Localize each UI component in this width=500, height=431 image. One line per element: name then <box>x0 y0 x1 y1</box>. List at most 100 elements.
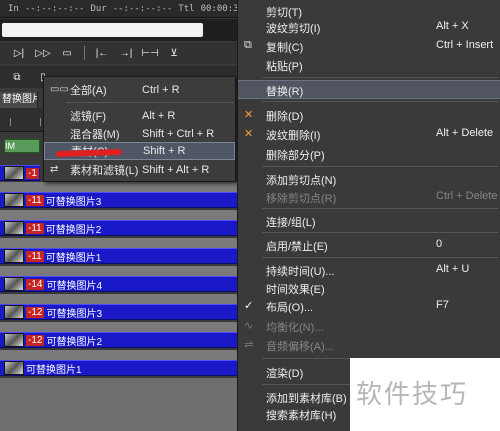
clip-name: 可替换图片3 <box>45 196 102 208</box>
menu-item-normalize[interactable]: ∿ 均衡化(N)... <box>238 317 500 336</box>
clip-name: 可替换图片1 <box>26 364 82 376</box>
clip-name: 可替换图片3 <box>46 308 103 320</box>
track-clip-2[interactable]: -11 可替换图片2 <box>0 220 240 236</box>
transport-controls: ▷| ▷▷ ▭ |← →| ⊢⊣ ⊻ <box>0 42 240 64</box>
menu-item-ripple-delete[interactable]: ✕ 波纹删除(I) Alt + Delete <box>238 125 500 144</box>
track-clip-1[interactable]: -11 可替换图片3 <box>0 192 240 208</box>
track-clip-6[interactable]: -12 可替换图片2 <box>0 332 240 348</box>
submenu-item-label: 滤镜(F) <box>70 111 107 123</box>
track-separator <box>0 266 240 276</box>
set-in-icon[interactable]: |← <box>93 45 111 61</box>
menu-item-label: 添加剪切点(N) <box>266 175 337 187</box>
menu-item-copy[interactable]: ⧉ 复制(C) Ctrl + Insert <box>238 37 500 56</box>
track-separator <box>0 350 240 360</box>
clip-name: 可替换图片2 <box>45 224 102 236</box>
menu-item-delete-part[interactable]: 删除部分(P) <box>238 145 500 164</box>
menu-item-label: 复制(C) <box>266 42 304 54</box>
track-clip-4[interactable]: -14 可替换图片4 <box>0 276 240 292</box>
menu-item-shortcut: F7 <box>436 299 449 311</box>
monitor-icon[interactable]: ▭ <box>58 45 76 61</box>
submenu-item-mixer[interactable]: 混合器(M) Shift + Ctrl + R <box>44 125 235 143</box>
submenu-item-shortcut: Alt + R <box>142 110 176 122</box>
clip-number: -11 <box>26 250 44 262</box>
set-out-icon[interactable]: →| <box>117 45 135 61</box>
clip-thumbnail <box>4 193 24 207</box>
track-separator <box>0 322 240 332</box>
clip-thumbnail <box>4 277 24 291</box>
menu-item-add-cut-point[interactable]: 添加剪切点(N) <box>238 170 500 189</box>
clip-number: -11 <box>26 194 44 206</box>
dur-label: Dur <box>90 3 107 14</box>
submenu-item-label: 素材和滤镜(L) <box>70 165 139 177</box>
submenu-item-filter[interactable]: 滤镜(F) Alt + R <box>44 107 235 125</box>
partial-clip-im[interactable]: IM <box>4 139 40 153</box>
menu-item-layout[interactable]: ✓ 布局(O)... F7 <box>238 297 500 316</box>
track-clip-3[interactable]: -11 可替换图片1 <box>0 248 240 264</box>
submenu-item-shortcut: Shift + R <box>143 145 186 157</box>
menu-divider <box>262 77 498 78</box>
track-clip-5[interactable]: -12 可替换图片3 <box>0 304 240 320</box>
menu-divider <box>262 257 498 258</box>
menu-item-remove-cut-point[interactable]: 移除剪切点(R) Ctrl + Delete <box>238 188 500 207</box>
play-in-out-icon[interactable]: ▷| <box>10 45 28 61</box>
menu-item-label: 移除剪切点(R) <box>266 193 337 205</box>
menu-item-label: 均衡化(N)... <box>266 322 324 334</box>
menu-item-delete[interactable]: ✕ 删除(D) <box>238 106 500 125</box>
ttl-value: 00:00:31:00 <box>200 3 240 14</box>
track-clip-partial[interactable]: -1 <box>0 165 40 181</box>
menu-item-label: 启用/禁止(E) <box>266 241 328 253</box>
menu-item-time-effect[interactable]: 时间效果(E) <box>238 279 500 298</box>
playback-progress[interactable] <box>0 19 240 41</box>
submenu-item-clip-and-filter[interactable]: ⇄ 素材和滤镜(L) Shift + Alt + R <box>44 161 235 179</box>
fast-forward-icon[interactable]: ▷▷ <box>34 45 52 61</box>
menu-item-enable-disable[interactable]: 启用/禁止(E) 0 <box>238 236 500 255</box>
audio-offset-icon: ⇌ <box>244 339 254 351</box>
clip-thumbnail <box>4 333 24 347</box>
submenu-item-label: 混合器(M) <box>70 129 120 141</box>
clip-number: -12 <box>26 334 45 346</box>
clip-thumbnail <box>4 249 24 263</box>
menu-item-label: 布局(O)... <box>266 302 314 314</box>
submenu-item-all[interactable]: ▭▭ 全部(A) Ctrl + R <box>44 81 235 99</box>
submenu-item-shortcut: Shift + Ctrl + R <box>142 128 215 140</box>
ttl-label: Ttl <box>178 3 195 14</box>
split-icon[interactable]: ⊢⊣ <box>141 45 159 61</box>
menu-item-shortcut: Alt + X <box>436 20 469 32</box>
partial-clip-label: IM <box>5 141 15 151</box>
menu-item-audio-offset[interactable]: ⇌ 音频偏移(A)... <box>238 336 500 355</box>
menu-divider <box>262 232 498 233</box>
clip-thumbnail <box>4 361 24 375</box>
clip-name: 可替换图片4 <box>46 280 103 292</box>
waveform-icon: ∿ <box>244 320 254 332</box>
menu-item-label: 音频偏移(A)... <box>266 341 334 353</box>
menu-item-label: 持续时间(U)... <box>266 266 335 278</box>
menu-divider <box>262 101 498 102</box>
menu-item-shortcut: Ctrl + Insert <box>436 39 494 51</box>
clip-name: 可替换图片2 <box>46 336 103 348</box>
menu-item-replace[interactable]: 替换(R) <box>238 80 500 99</box>
sequence-tab[interactable]: 替换图片1 <box>0 92 38 108</box>
menu-item-paste[interactable]: 粘贴(P) <box>238 56 500 75</box>
add-marker-icon[interactable]: ⊻ <box>165 45 183 61</box>
menu-item-shortcut: Ctrl + Delete <box>436 190 498 202</box>
watermark-text: 软件技巧 <box>356 380 469 410</box>
replace-submenu: ▭▭ 全部(A) Ctrl + R 滤镜(F) Alt + R 混合器(M) S… <box>43 76 236 182</box>
clip-thumbnail <box>4 305 24 319</box>
menu-item-ripple-cut[interactable]: 波纹剪切(I) Alt + X <box>238 18 500 37</box>
track-separator <box>0 238 240 248</box>
menu-divider <box>262 208 498 209</box>
copy-icon[interactable]: ⧉ <box>8 69 26 85</box>
clip-filter-icon: ⇄ <box>50 164 59 175</box>
menu-item-duration[interactable]: 持续时间(U)... Alt + U <box>238 261 500 280</box>
dur-value: --:--:--:-- <box>112 3 173 14</box>
menu-item-link-group[interactable]: 连接/组(L) <box>238 212 500 231</box>
menu-item-label: 渲染(D) <box>266 368 304 380</box>
empty-track-area <box>0 378 240 431</box>
menu-item-label: 粘贴(P) <box>266 61 303 73</box>
menu-item-label: 波纹剪切(I) <box>266 23 321 35</box>
track-clip-7[interactable]: 可替换图片1 <box>0 360 240 376</box>
delete-icon: ✕ <box>244 109 254 121</box>
track-separator <box>0 294 240 304</box>
timeline-editor: In --:--:--:-- Dur --:--:--:-- Ttl 00:00… <box>0 0 240 431</box>
menu-item-label: 删除部分(P) <box>266 150 325 162</box>
